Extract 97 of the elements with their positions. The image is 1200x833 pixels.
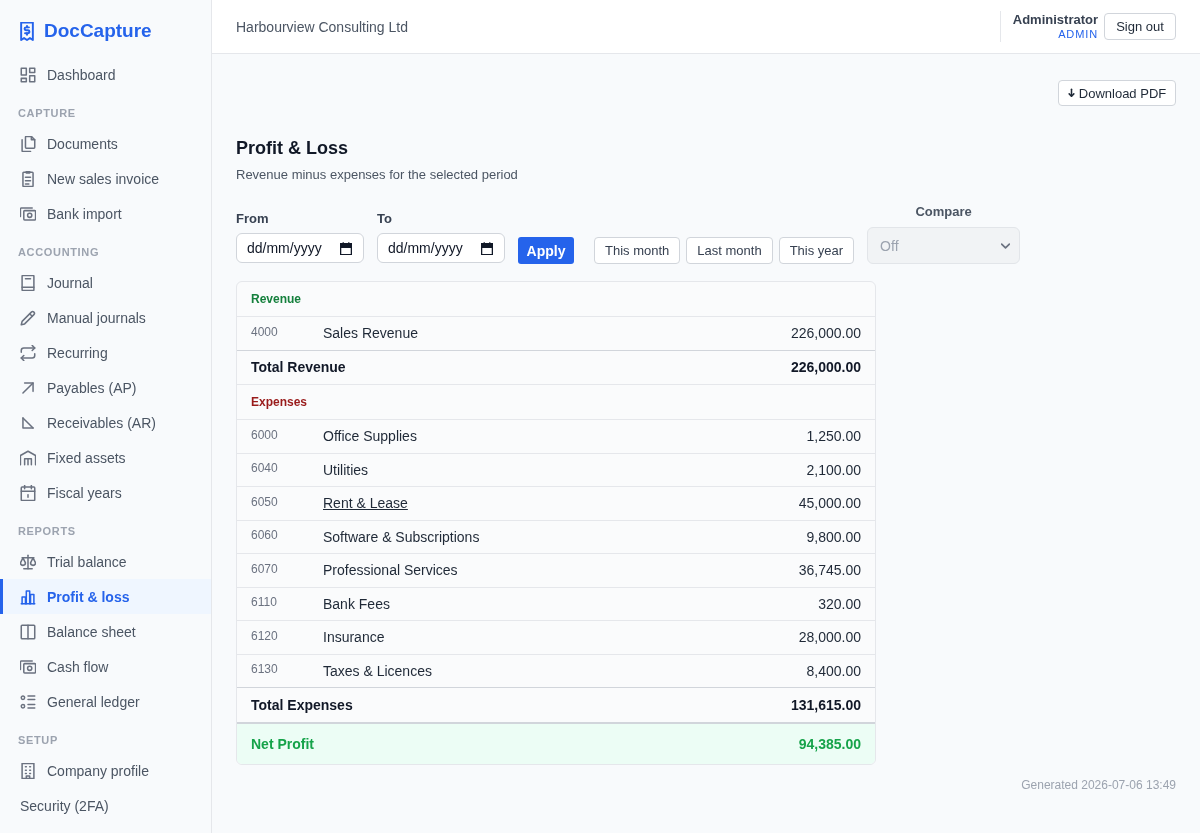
account-code: 6050 — [251, 494, 279, 511]
account-name[interactable]: Insurance — [323, 629, 385, 646]
warehouse-icon — [20, 449, 36, 466]
amount: 1,250.00 — [806, 428, 861, 445]
apply-button[interactable]: Apply — [518, 237, 574, 264]
account-code: 6110 — [251, 595, 278, 612]
page-title: Profit & Loss — [236, 137, 348, 160]
account-code: 6040 — [251, 461, 279, 478]
amount: 9,800.00 — [806, 528, 861, 545]
nav-section-heading: ACCOUNTING — [17, 245, 101, 260]
account-name[interactable]: Professional Services — [323, 562, 458, 579]
calendar-icon — [481, 242, 493, 255]
nav-item[interactable]: Fiscal years — [0, 475, 211, 510]
nav-item[interactable]: Trial balance — [0, 544, 211, 579]
nav-section-heading: REPORTS — [17, 524, 77, 539]
account-name[interactable]: Office Supplies — [323, 428, 417, 445]
compare-label: Compare — [915, 204, 972, 220]
account-name[interactable]: Sales Revenue — [323, 325, 418, 342]
account-name[interactable]: Rent & Lease — [323, 495, 408, 512]
nav-item[interactable]: Fixed assets — [0, 440, 211, 475]
date-field[interactable]: dd/mm/yyyy — [236, 233, 364, 263]
nav-item[interactable]: New sales invoice — [0, 161, 211, 196]
account-code: 6070 — [251, 561, 279, 578]
amount: 226,000.00 — [790, 325, 861, 342]
account-name[interactable]: Taxes & Licences — [323, 662, 432, 679]
banknotes-icon — [20, 205, 36, 222]
receipt-icon — [20, 22, 34, 41]
amount: 45,000.00 — [798, 495, 861, 512]
account-name[interactable]: Software & Subscriptions — [323, 528, 480, 545]
nav-item[interactable]: Dashboard — [0, 57, 211, 92]
company-name: Harbourview Consulting Ltd — [236, 18, 408, 35]
nav-item[interactable]: Payables (AP) — [0, 370, 211, 405]
files-icon — [20, 135, 36, 152]
field-label: To — [377, 211, 392, 227]
total-amount: 226,000.00 — [790, 359, 861, 376]
user-name: Administrator — [1012, 12, 1098, 28]
net-profit-amount: 94,385.00 — [798, 735, 861, 752]
amount: 8,400.00 — [806, 662, 861, 679]
chevron-down-icon — [1001, 242, 1011, 249]
calendar-icon — [20, 484, 36, 501]
banknotes-icon — [20, 658, 36, 675]
nav-item[interactable]: Bank import — [0, 196, 211, 231]
nav-item[interactable]: Journal — [0, 265, 211, 300]
nav-item[interactable]: Recurring — [0, 335, 211, 370]
nav-section-heading: CAPTURE — [17, 106, 77, 121]
nav-item[interactable]: Manual journals — [0, 300, 211, 335]
list-icon — [20, 693, 36, 710]
repeat-icon — [20, 344, 36, 361]
account-code: 6130 — [251, 662, 279, 679]
net-profit-label: Net Profit — [251, 735, 314, 752]
calendar-icon — [340, 242, 352, 255]
arrow-up-right-icon — [20, 379, 36, 396]
nav-item[interactable]: General ledger — [0, 684, 211, 719]
nav-item[interactable]: Cash flow — [0, 649, 211, 684]
generated-timestamp: Generated 2026-07-06 13:49 — [1021, 777, 1176, 792]
grid-icon — [20, 66, 36, 83]
total-amount: 131,615.00 — [790, 696, 861, 713]
columns-icon — [20, 623, 36, 640]
account-code: 6060 — [251, 528, 279, 545]
sign-out-button[interactable]: Sign out — [1104, 13, 1176, 40]
amount: 28,000.00 — [798, 629, 861, 646]
account-code: 6120 — [251, 628, 279, 645]
pencil-icon — [20, 309, 36, 326]
preset-button[interactable]: This month — [594, 237, 681, 264]
section-heading: Expenses — [251, 395, 308, 409]
nav-item[interactable]: Receivables (AR) — [0, 405, 211, 440]
nav-section-heading: SETUP — [17, 733, 59, 748]
right-triangle-icon — [20, 414, 36, 431]
field-label: From — [236, 211, 269, 227]
account-name[interactable]: Bank Fees — [323, 595, 390, 612]
account-code: 4000 — [251, 324, 279, 341]
nav-item[interactable]: Security (2FA) — [0, 788, 211, 823]
book-icon — [20, 274, 36, 291]
date-field[interactable]: dd/mm/yyyy — [377, 233, 505, 263]
download-icon — [1067, 88, 1075, 98]
clipboard-icon — [20, 170, 36, 187]
bar-chart-icon — [20, 588, 36, 605]
building-icon — [20, 762, 36, 779]
user-role: ADMIN — [1058, 28, 1098, 41]
amount: 2,100.00 — [806, 461, 861, 478]
section-heading: Revenue — [251, 292, 302, 306]
amount: 320.00 — [818, 595, 861, 612]
preset-button[interactable]: This year — [778, 237, 855, 264]
nav-item[interactable]: Documents — [0, 126, 211, 161]
page-subtitle: Revenue minus expenses for the selected period — [236, 166, 518, 184]
nav-item[interactable]: Profit & loss — [0, 579, 211, 614]
scale-icon — [20, 553, 36, 570]
total-label: Total Revenue — [251, 359, 346, 376]
nav-item[interactable]: Balance sheet — [0, 614, 211, 649]
download-pdf-button[interactable]: Download PDF — [1058, 80, 1176, 106]
account-name[interactable]: Utilities — [323, 461, 369, 478]
total-label: Total Expenses — [251, 696, 353, 713]
preset-button[interactable]: Last month — [686, 237, 773, 264]
account-code: 6000 — [251, 427, 279, 444]
amount: 36,745.00 — [798, 562, 861, 579]
nav-item[interactable]: Company profile — [0, 753, 211, 788]
brand-name: DocCapture — [44, 20, 152, 42]
